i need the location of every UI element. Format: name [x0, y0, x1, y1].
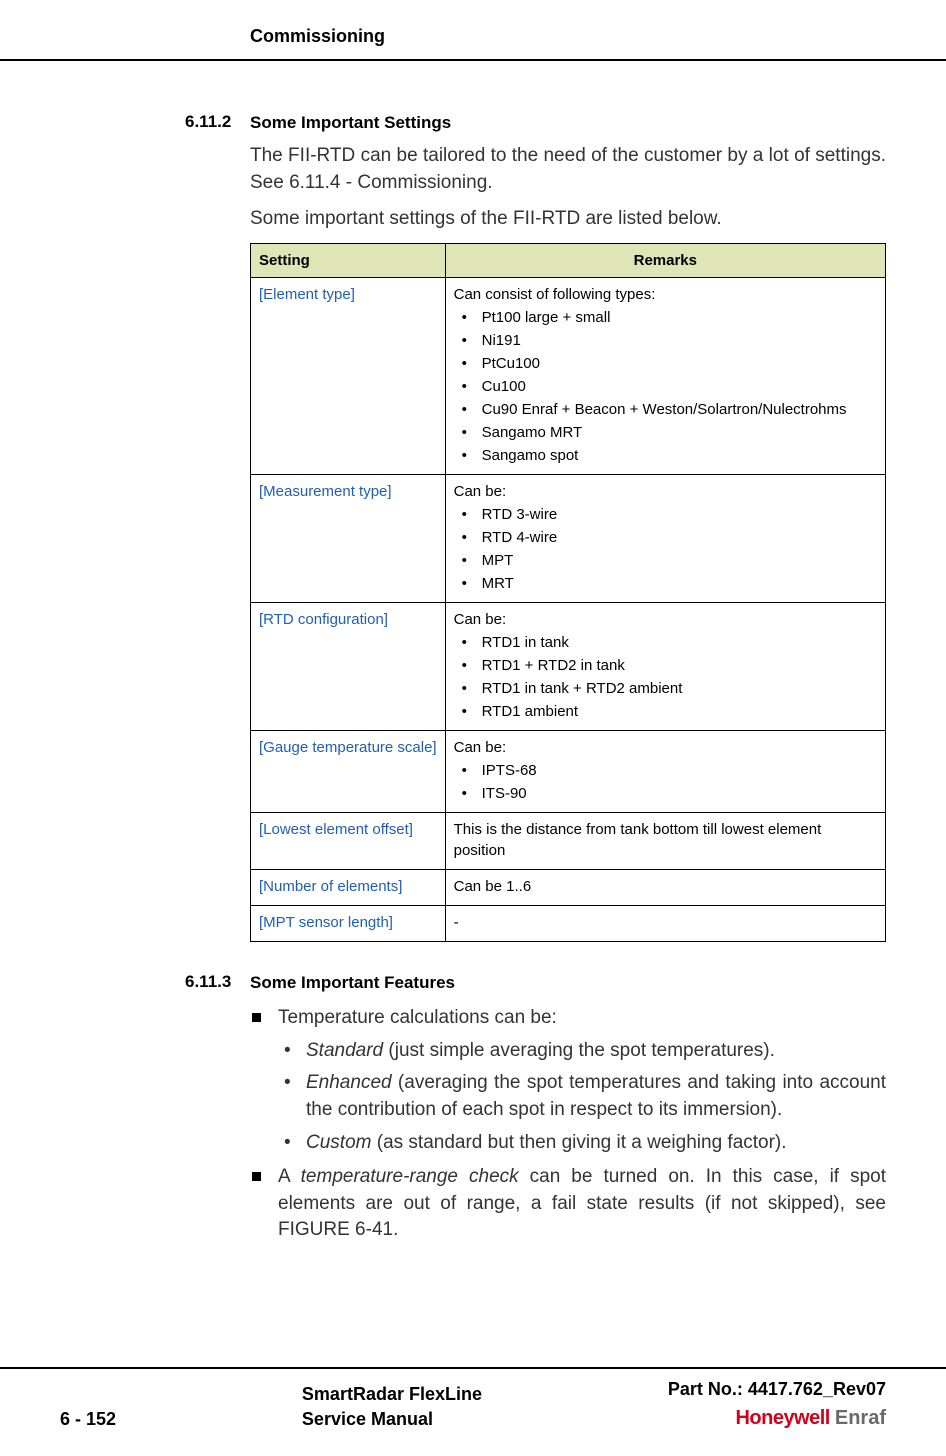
remarks-cell: Can consist of following types:Pt100 lar… — [445, 277, 885, 474]
remark-lead: Can consist of following types: — [454, 284, 877, 305]
doc-title-line1: SmartRadar FlexLine — [302, 1382, 482, 1407]
remark-item: Cu90 Enraf + Beacon + Weston/Solartron/N… — [454, 399, 877, 420]
subitem-em: Custom — [306, 1132, 371, 1153]
page-number: 6 - 152 — [60, 1407, 116, 1432]
feature-sublist: Standard (just simple averaging the spot… — [278, 1038, 886, 1156]
section-title: Some Important Settings — [250, 113, 451, 132]
col-setting: Setting — [251, 243, 446, 277]
subitem-rest: (averaging the spot temperatures and tak… — [306, 1072, 886, 1120]
remark-item: RTD 3-wire — [454, 504, 877, 525]
setting-name-cell: [Number of elements] — [251, 869, 446, 905]
table-row: [Number of elements] Can be 1..6 — [251, 869, 886, 905]
page-header: Commissioning — [0, 24, 946, 61]
features-block: Temperature calculations can be: Standar… — [250, 1005, 886, 1244]
col-remarks: Remarks — [445, 243, 885, 277]
remark-list: RTD 3-wireRTD 4-wireMPTMRT — [454, 504, 877, 594]
enraf-logo: Enraf — [835, 1407, 886, 1429]
brand-logo: Honeywell Enraf — [668, 1404, 886, 1432]
section-6-11-2-header: 6.11.2 Some Important Settings — [250, 110, 886, 135]
remark-item: PtCu100 — [454, 353, 877, 374]
subitem-rest: (as standard but then giving it a weighi… — [371, 1132, 786, 1153]
page-content: 6.11.2 Some Important Settings The FII-R… — [0, 110, 946, 1252]
section-title: Some Important Features — [250, 973, 455, 992]
feature-text-pre: A — [278, 1166, 301, 1187]
doc-title-line2: Service Manual — [302, 1407, 482, 1432]
honeywell-logo: Honeywell — [735, 1407, 829, 1429]
remark-item: RTD1 ambient — [454, 701, 877, 722]
table-row: [RTD configuration]Can be:RTD1 in tankRT… — [251, 602, 886, 730]
setting-name-cell: [Lowest element offset] — [251, 812, 446, 869]
features-list: Temperature calculations can be: Standar… — [250, 1005, 886, 1244]
remark-item: RTD1 in tank + RTD2 ambient — [454, 678, 877, 699]
remarks-cell: Can be 1..6 — [445, 869, 885, 905]
remark-item: Ni191 — [454, 330, 877, 351]
table-row: [Measurement type]Can be:RTD 3-wireRTD 4… — [251, 474, 886, 602]
setting-name-cell: [MPT sensor length] — [251, 905, 446, 941]
remark-item: Pt100 large + small — [454, 307, 877, 328]
remark-lead: Can be: — [454, 737, 877, 758]
doc-title: SmartRadar FlexLine Service Manual — [302, 1382, 482, 1432]
remark-lead: Can be 1..6 — [454, 876, 877, 897]
feature-item: Temperature calculations can be: Standar… — [250, 1005, 886, 1156]
setting-name-cell: [RTD configuration] — [251, 602, 446, 730]
remarks-cell: This is the distance from tank bottom ti… — [445, 812, 885, 869]
subitem-em: Enhanced — [306, 1072, 392, 1093]
remark-lead: Can be: — [454, 609, 877, 630]
subitem-rest: (just simple averaging the spot temperat… — [383, 1040, 775, 1061]
subitem-em: Standard — [306, 1040, 383, 1061]
remark-lead: - — [454, 912, 877, 933]
settings-table: Setting Remarks [Element type]Can consis… — [250, 243, 886, 942]
remark-list: Pt100 large + smallNi191PtCu100Cu100Cu90… — [454, 307, 877, 466]
setting-name-cell: [Measurement type] — [251, 474, 446, 602]
remark-lead: This is the distance from tank bottom ti… — [454, 819, 877, 861]
page-footer: 6 - 152 SmartRadar FlexLine Service Manu… — [0, 1367, 946, 1432]
remarks-cell: Can be:RTD 3-wireRTD 4-wireMPTMRT — [445, 474, 885, 602]
remark-list: IPTS-68ITS-90 — [454, 760, 877, 804]
feature-subitem: Custom (as standard but then giving it a… — [278, 1130, 886, 1157]
remark-item: RTD 4-wire — [454, 527, 877, 548]
remark-item: MRT — [454, 573, 877, 594]
feature-item: A temperature-range check can be turned … — [250, 1164, 886, 1244]
intro-paragraph-2: Some important settings of the FII-RTD a… — [250, 206, 886, 233]
remark-item: MPT — [454, 550, 877, 571]
table-row: [Element type]Can consist of following t… — [251, 277, 886, 474]
remarks-cell: - — [445, 905, 885, 941]
header-title: Commissioning — [250, 26, 385, 46]
remarks-cell: Can be:RTD1 in tankRTD1 + RTD2 in tankRT… — [445, 602, 885, 730]
setting-name-cell: [Element type] — [251, 277, 446, 474]
setting-name-cell: [Gauge temperature scale] — [251, 730, 446, 812]
part-number: Part No.: 4417.762_Rev07 — [668, 1377, 886, 1402]
feature-text: Temperature calculations can be: — [278, 1007, 557, 1028]
section-number: 6.11.3 — [185, 970, 231, 994]
footer-right: Part No.: 4417.762_Rev07 Honeywell Enraf — [668, 1377, 886, 1432]
remark-item: Sangamo MRT — [454, 422, 877, 443]
remark-list: RTD1 in tankRTD1 + RTD2 in tankRTD1 in t… — [454, 632, 877, 722]
remark-item: IPTS-68 — [454, 760, 877, 781]
table-header-row: Setting Remarks — [251, 243, 886, 277]
remark-item: RTD1 + RTD2 in tank — [454, 655, 877, 676]
remarks-cell: Can be:IPTS-68ITS-90 — [445, 730, 885, 812]
section-6-11-3-header: 6.11.3 Some Important Features — [250, 970, 886, 995]
remark-item: Sangamo spot — [454, 445, 877, 466]
feature-text-em: temperature-range check — [301, 1166, 519, 1187]
section-number: 6.11.2 — [185, 110, 231, 134]
remark-item: Cu100 — [454, 376, 877, 397]
remark-lead: Can be: — [454, 481, 877, 502]
intro-paragraph-1: The FII-RTD can be tailored to the need … — [250, 143, 886, 196]
feature-subitem: Enhanced (averaging the spot temperature… — [278, 1070, 886, 1123]
remark-item: ITS-90 — [454, 783, 877, 804]
table-row: [MPT sensor length]- — [251, 905, 886, 941]
feature-subitem: Standard (just simple averaging the spot… — [278, 1038, 886, 1065]
table-row: [Gauge temperature scale]Can be:IPTS-68I… — [251, 730, 886, 812]
table-row: [Lowest element offset]This is the dista… — [251, 812, 886, 869]
remark-item: RTD1 in tank — [454, 632, 877, 653]
